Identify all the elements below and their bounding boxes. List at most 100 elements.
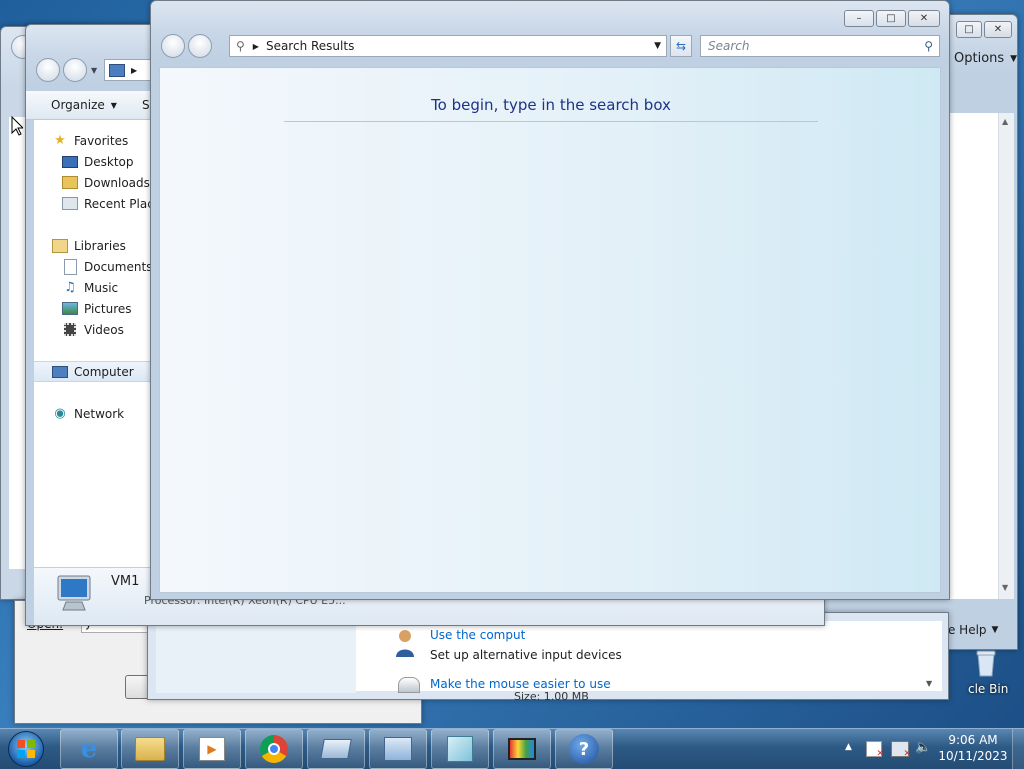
scroll-up-icon[interactable]: ▲ [1002, 117, 1008, 126]
refresh-button[interactable]: ⇆ [670, 35, 692, 57]
nav-pictures-label: Pictures [84, 301, 132, 316]
chevron-down-icon: ▼ [991, 625, 999, 635]
organize-label: Organize [51, 98, 105, 112]
network-icon: ◉ [54, 406, 66, 421]
media-player-icon: ▶ [199, 737, 225, 761]
nav-music[interactable]: ♫ Music [62, 277, 118, 298]
search-results-content: To begin, type in the search box [159, 67, 941, 593]
nav-desktop[interactable]: Desktop [62, 151, 134, 172]
forward-button[interactable] [188, 34, 212, 58]
search-window: – □ ✕ ⚲ ▶ Search Results ▼ ⇆ Search ⚲ To… [150, 0, 950, 600]
taskbar-help[interactable]: ? [555, 729, 613, 769]
maximize-button[interactable]: □ [876, 10, 906, 27]
ease-item-icon-person [394, 629, 416, 659]
ease-item-link-computer[interactable]: Use the comput [430, 628, 525, 642]
search-magnifier-icon: ⚲ [236, 39, 245, 53]
nav-favorites-label: Favorites [74, 133, 129, 148]
desktop-icon [62, 154, 78, 170]
show-desktop-button[interactable] [1012, 729, 1024, 769]
pictures-icon [62, 301, 78, 317]
nav-favorites[interactable]: ★ Favorites [52, 130, 128, 151]
recent-places-icon [62, 196, 78, 212]
nav-network[interactable]: ◉ Network [52, 403, 124, 424]
taskbar: e ▶ ? ▲ ✕ ✕ 🔈 9:06 AM 10/11/2023 [0, 728, 1024, 769]
ease-scroll-down-icon[interactable]: ▼ [926, 679, 932, 688]
chevron-down-icon: ▼ [110, 100, 117, 110]
details-name: VM1 [111, 574, 140, 589]
nav-recent-places[interactable]: Recent Place [62, 193, 151, 214]
search-icon[interactable]: ⚲ [924, 39, 933, 53]
documents-icon [62, 258, 78, 275]
help-scrollbar[interactable]: ▲ ▼ [998, 113, 1014, 599]
action-center-icon[interactable]: ✕ [866, 741, 884, 759]
recent-pages-chevron-icon[interactable]: ▼ [91, 66, 97, 75]
nav-videos[interactable]: Videos [62, 319, 124, 340]
control-panel-icon [384, 737, 412, 761]
taskbar-paint[interactable] [493, 729, 551, 769]
computer-large-icon [52, 574, 96, 614]
taskbar-remote-desktop[interactable] [307, 729, 365, 769]
close-button[interactable]: ✕ [908, 10, 940, 27]
nav-music-label: Music [84, 280, 119, 295]
nav-computer-label: Computer [74, 364, 134, 379]
nav-documents-label: Documents [84, 259, 151, 274]
back-button[interactable] [36, 58, 60, 82]
network-tray-icon[interactable]: ✕ [891, 741, 911, 759]
nav-downloads-label: Downloads [84, 175, 150, 190]
internet-explorer-icon: e [80, 734, 98, 764]
minimize-button[interactable]: – [844, 10, 874, 27]
recycle-bin-icon[interactable] [972, 648, 1000, 678]
chrome-icon [260, 735, 288, 763]
recycle-bin-label[interactable]: cle Bin [968, 682, 1008, 696]
help-window-maximize-button[interactable]: □ [956, 21, 982, 38]
star-icon: ★ [54, 133, 66, 148]
organize-button[interactable]: Organize ▼ [51, 98, 117, 112]
nav-libraries[interactable]: Libraries [52, 235, 126, 256]
nav-libraries-label: Libraries [74, 238, 126, 253]
ease-item-text-alt-input: Set up alternative input devices [430, 648, 622, 662]
nav-pictures[interactable]: Pictures [62, 298, 132, 319]
paint-icon [508, 738, 536, 760]
address-history-chevron-icon[interactable]: ▼ [654, 41, 661, 51]
music-icon: ♫ [64, 280, 76, 295]
nav-videos-label: Videos [84, 322, 124, 337]
nav-computer[interactable]: Computer [34, 361, 151, 382]
ease-item-link-mouse[interactable]: Make the mouse easier to use [430, 677, 611, 691]
taskbar-notepad[interactable] [431, 729, 489, 769]
taskbar-media-player[interactable]: ▶ [183, 729, 241, 769]
nav-documents[interactable]: Documents [62, 256, 151, 277]
help-content-area: ▲ ▼ [941, 113, 1014, 599]
search-address-bar[interactable]: ⚲ ▶ Search Results ▼ [229, 35, 667, 57]
nav-desktop-label: Desktop [84, 154, 134, 169]
computer-icon [52, 364, 68, 380]
help-window-close-button[interactable]: ✕ [984, 21, 1012, 38]
show-hidden-icons-button[interactable]: ▲ [845, 742, 852, 752]
libraries-icon [52, 238, 68, 254]
taskbar-file-explorer[interactable] [121, 729, 179, 769]
taskbar-control-panel[interactable] [369, 729, 427, 769]
help-icon: ? [569, 734, 599, 764]
mouse-icon [398, 677, 420, 693]
options-label: Options [954, 51, 1005, 66]
tray-clock[interactable]: 9:06 AM 10/11/2023 [938, 732, 1008, 764]
computer-icon [109, 63, 125, 77]
nav-downloads[interactable]: Downloads [62, 172, 150, 193]
volume-muted-icon[interactable]: 🔈 [915, 740, 931, 755]
empty-search-message: To begin, type in the search box [431, 96, 671, 114]
taskbar-internet-explorer[interactable]: e [60, 729, 118, 769]
run-size-text: Size: 1.00 MB [514, 690, 589, 703]
search-input[interactable]: Search ⚲ [700, 35, 940, 57]
navigation-pane: ★ Favorites Desktop Downloads Recent Plac… [34, 120, 151, 567]
downloads-folder-icon [62, 175, 78, 191]
file-explorer-icon [135, 737, 165, 761]
start-button[interactable] [4, 729, 48, 769]
options-menu[interactable]: Options ▼ [954, 51, 1017, 66]
back-button[interactable] [161, 34, 185, 58]
scroll-down-icon[interactable]: ▼ [1002, 583, 1008, 592]
windows-logo-icon [8, 731, 44, 767]
breadcrumb-arrow-icon: ▶ [252, 41, 259, 51]
clock-time: 9:06 AM [948, 733, 998, 747]
forward-button[interactable] [63, 58, 87, 82]
taskbar-chrome[interactable] [245, 729, 303, 769]
breadcrumb-search-results[interactable]: Search Results [266, 39, 354, 53]
